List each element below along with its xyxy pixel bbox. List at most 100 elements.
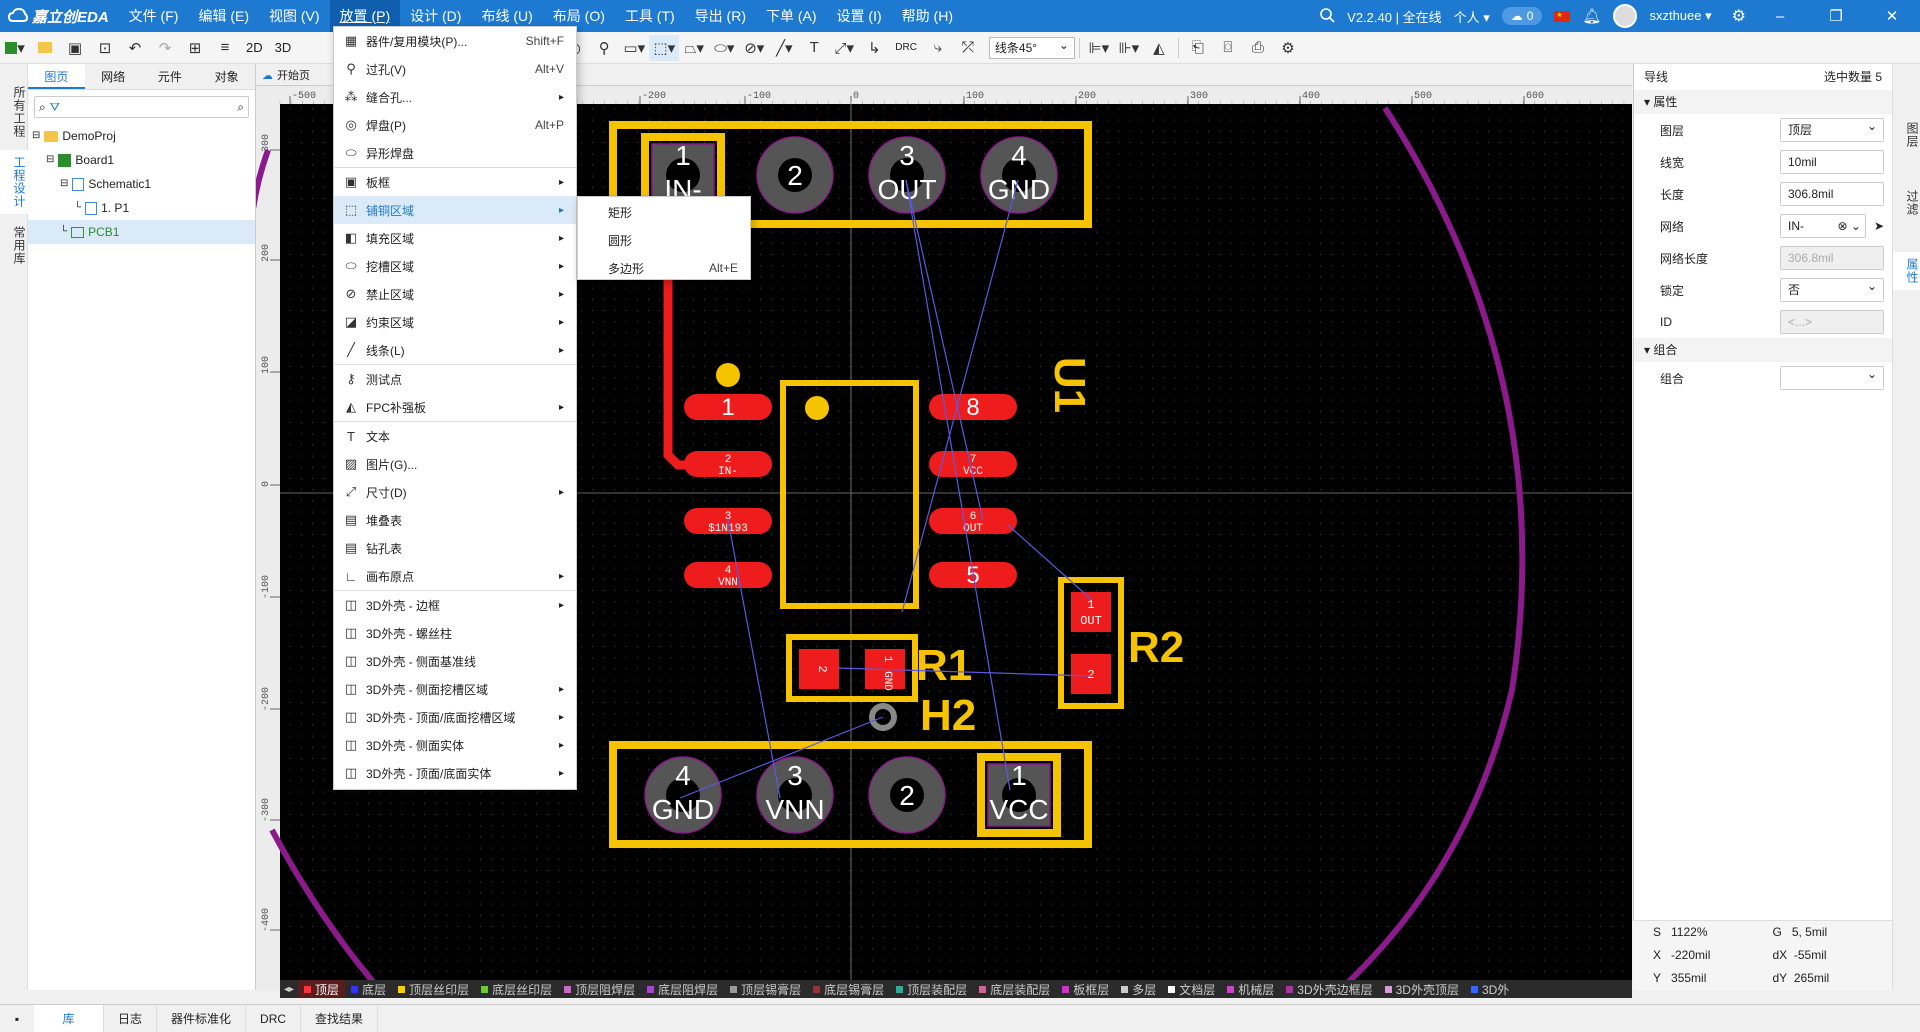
bom-icon[interactable]: ⎙ [1243,35,1273,61]
menu-item[interactable]: ⊘ 禁止区域 ▸ [334,280,576,308]
menu-item[interactable]: ⬭ 异形焊盘 [334,139,576,167]
tree-search-input[interactable]: ⌕ ⛛ ⌕ [34,96,249,118]
layer-item[interactable]: 板框层 [1056,980,1115,998]
submenu-item[interactable]: 多边形 Alt+E [578,254,750,282]
layer-item[interactable]: 顶层装配层 [890,980,973,998]
menu-item[interactable]: ▦ 器件/复用模块(P)... Shift+F [334,27,576,55]
menu-item[interactable]: ⤢ 尺寸(D) ▸ [334,478,576,506]
menu-item[interactable]: ◫ 3D外壳 - 顶面/底面挖槽区域 ▸ [334,703,576,731]
menu-item[interactable]: ▤ 钻孔表 [334,534,576,562]
list-icon[interactable]: ≡ [210,35,240,61]
expand-toggle-icon[interactable]: └ [60,220,67,244]
bottom-tab[interactable]: 器件标准化 [157,1004,247,1032]
distribute-icon[interactable]: ⊪▾ [1114,35,1144,61]
avatar[interactable] [1613,4,1638,28]
trace-icon[interactable]: ⤷ [923,35,953,61]
menu-item[interactable]: ╱ 线条(L) ▸ [334,336,576,364]
rect-select-icon[interactable]: ▭▾ [619,35,649,61]
restore-icon[interactable]: ❐ [1814,7,1858,25]
section-group[interactable]: ▾ 组合 [1634,338,1892,362]
drc-button[interactable]: DRC [889,42,923,53]
tab-nets[interactable]: 网络 [85,64,142,89]
tree-item[interactable]: ⊟ DemoProj [28,124,255,148]
vtab-common-library[interactable]: 常用库 [0,220,28,271]
bottom-tab[interactable]: 库 [34,1004,104,1032]
menu-item[interactable]: T 文本 [334,422,576,450]
cloud-sync-button[interactable]: ☁ 0 [1501,7,1543,25]
tree-item[interactable]: ⊟ Schematic1 [28,172,255,196]
pick-net-icon[interactable]: ➤ [1874,219,1884,233]
layer-item[interactable]: 文档层 [1162,980,1221,998]
layer-item[interactable]: 底层 [345,980,392,998]
menu-item[interactable]: ⚷ 测试点 [334,365,576,393]
align-icon[interactable]: ⊫▾ [1084,35,1114,61]
layer-item[interactable]: 底层阻焊层 [641,980,724,998]
expand-toggle-icon[interactable]: ⊟ [60,172,68,196]
layer-item[interactable]: 底层装配层 [973,980,1056,998]
open-folder-icon[interactable] [30,35,60,61]
redo-icon[interactable]: ↷ [150,35,180,61]
menu-7[interactable]: 工具 (T) [615,0,685,32]
menu-10[interactable]: 设置 (I) [827,0,892,32]
menu-item[interactable]: ▣ 板框 ▸ [334,168,576,196]
menu-item[interactable]: ▤ 堆叠表 [334,506,576,534]
import-icon[interactable]: ⎗ [1183,35,1213,61]
tab-pages[interactable]: 图页 [28,64,85,89]
menu-item[interactable]: ◫ 3D外壳 - 侧面基准线 [334,647,576,675]
layer-item[interactable]: 顶层丝印层 [392,980,475,998]
menu-item[interactable]: ◫ 3D外壳 - 侧面实体 ▸ [334,731,576,759]
menu-item[interactable]: ◭ FPC补强板 ▸ [334,393,576,421]
circle-slash-icon[interactable]: ⊘▾ [739,35,769,61]
ellipse-icon[interactable]: ⬭▾ [709,35,739,61]
expand-toggle-icon[interactable]: ⊟ [32,124,40,148]
menu-8[interactable]: 导出 (R) [685,0,756,32]
dimension-tool-icon[interactable]: ⤢▾ [829,35,859,61]
camera-icon[interactable]: ⌼ [1213,35,1243,61]
layer-item[interactable]: 底层锡膏层 [807,980,890,998]
tab-objects[interactable]: 对象 [198,64,255,89]
minimize-icon[interactable]: – [1758,8,1802,25]
clear-icon[interactable]: ⊗ ⌄ [1838,215,1861,237]
menu-item[interactable]: ◧ 填充区域 ▸ [334,224,576,252]
bottom-tab[interactable]: DRC [246,1004,302,1032]
settings-gear-icon[interactable]: ⚙ [1273,35,1303,61]
tree-item[interactable]: └ PCB1 [28,220,255,244]
menu-item[interactable]: ◪ 约束区域 ▸ [334,308,576,336]
route-icon[interactable]: ↳ [859,35,889,61]
property-value[interactable]: 否 [1780,275,1884,302]
menu-2[interactable]: 视图 (V) [259,0,330,32]
angle-icon[interactable]: ⤱ [953,35,983,61]
layer-item[interactable]: 顶层 [298,980,346,998]
vtab-layers[interactable]: 图层 [1893,116,1920,154]
text-tool-icon[interactable]: T [799,35,829,61]
menu-11[interactable]: 帮助 (H) [892,0,963,32]
new-icon[interactable]: ▾ [0,35,30,61]
menu-item[interactable]: ◫ 3D外壳 - 侧面挖槽区域 ▸ [334,675,576,703]
menu-9[interactable]: 下单 (A) [756,0,827,32]
personal-dropdown[interactable]: 个人 ▾ [1454,7,1490,26]
layer-item[interactable]: 3D外壳顶层 [1379,980,1465,998]
polygon-icon[interactable]: ⏢▾ [679,35,709,61]
search-submit-icon[interactable]: ⌕ [237,100,244,115]
menu-item[interactable]: ◫ 3D外壳 - 边框 ▸ [334,591,576,619]
flip-icon[interactable]: ◭ [1144,35,1174,61]
vtab-properties[interactable]: 属性 [1893,252,1920,290]
section-properties[interactable]: ▾ 属性 [1634,90,1892,114]
menu-1[interactable]: 编辑 (E) [188,0,259,32]
menu-item[interactable]: ▨ 图片(G)... [334,450,576,478]
view-2d-button[interactable]: 2D [240,40,269,55]
menu-0[interactable]: 文件 (F) [119,0,189,32]
line-tool-icon[interactable]: ╱▾ [769,35,799,61]
group-select[interactable] [1780,363,1884,390]
layer-item[interactable]: 底层丝印层 [475,980,558,998]
grid-icon[interactable]: ⊞ [180,35,210,61]
area-select-icon[interactable]: ⬚▾ [649,34,680,61]
bell-icon[interactable]: 🔔︎ [1582,7,1601,25]
menu-item[interactable]: ◫ 3D外壳 - 顶面/底面实体 ▸ [334,759,576,787]
property-value[interactable]: 306.8mil [1780,182,1884,206]
tab-components[interactable]: 元件 [142,64,199,89]
layer-scroll-left-icon[interactable]: ◂▸ [280,984,298,995]
menu-item[interactable]: ◎ 焊盘(P) Alt+P [334,111,576,139]
layer-item[interactable]: 机械层 [1221,980,1280,998]
menu-item[interactable]: ⬚ 铺铜区域 ▸ [334,196,576,224]
